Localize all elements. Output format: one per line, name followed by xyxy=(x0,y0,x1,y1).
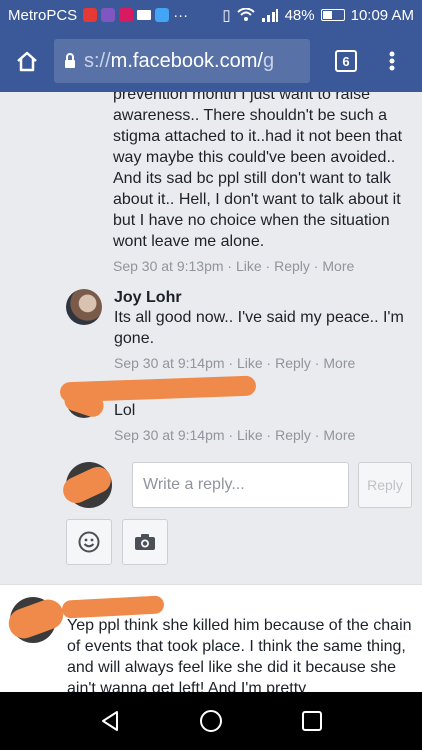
home-icon xyxy=(17,51,37,72)
home-nav-button[interactable] xyxy=(196,706,226,736)
reply-tools xyxy=(66,519,168,565)
back-button[interactable] xyxy=(95,706,125,736)
square-recents-icon xyxy=(301,711,322,731)
comments-thread: prevention month I just want to raise aw… xyxy=(0,92,422,692)
like-link[interactable]: Like xyxy=(237,427,263,443)
like-link[interactable]: Like xyxy=(236,258,262,274)
url-scheme: s:// xyxy=(84,49,111,72)
comment-time[interactable]: Sep 30 at 9:14pm xyxy=(114,427,225,443)
reply-input[interactable]: Write a reply... xyxy=(132,462,350,508)
comment-meta: Sep 30 at 9:14pm · Like · Reply · More xyxy=(114,355,356,371)
comment-text: Its all good now.. I've said my peace.. … xyxy=(114,309,404,347)
reply-link[interactable]: Reply xyxy=(274,258,310,274)
smiley-icon xyxy=(78,531,100,553)
comment: Yep ppl think she killed him because of … xyxy=(0,585,422,692)
clock: 10:09 AM xyxy=(350,6,414,24)
url-host: m.facebook.com/ xyxy=(110,49,263,72)
reply-composer: Write a reply... Reply xyxy=(66,462,412,508)
battery-percent: 48% xyxy=(284,6,315,24)
gallery-icon xyxy=(101,8,116,22)
comment-reply: prevention month I just want to raise aw… xyxy=(113,92,413,274)
comment-meta: Sep 30 at 9:14pm · Like · Reply · More xyxy=(114,427,356,443)
vibrate-icon: ▯ xyxy=(222,7,231,24)
more-link[interactable]: More xyxy=(323,427,355,443)
avatar[interactable] xyxy=(66,289,102,325)
carrier-name: MetroPCS xyxy=(8,6,78,24)
tabs-button[interactable]: 6 xyxy=(320,30,372,92)
home-button[interactable] xyxy=(0,30,54,92)
reply-button[interactable]: Reply xyxy=(358,462,412,508)
mail-icon xyxy=(137,10,152,20)
reply-link[interactable]: Reply xyxy=(275,355,311,371)
more-vert-icon xyxy=(389,51,395,71)
comment-time[interactable]: Sep 30 at 9:14pm xyxy=(114,355,225,371)
comment-text: prevention month I just want to raise aw… xyxy=(113,92,403,250)
reply-link[interactable]: Reply xyxy=(275,427,311,443)
url-path: g xyxy=(262,49,275,72)
like-link[interactable]: Like xyxy=(237,355,263,371)
circle-home-icon xyxy=(199,710,222,732)
address-bar[interactable]: s:// m.facebook.com/ g xyxy=(54,39,310,83)
system-navigation-bar xyxy=(0,692,422,750)
lock-icon xyxy=(65,53,75,68)
browser-toolbar: s:// m.facebook.com/ g 6 xyxy=(0,30,422,92)
signal-icon xyxy=(261,9,278,22)
emoji-button[interactable] xyxy=(66,519,112,565)
comment-author[interactable]: Joy Lohr xyxy=(114,289,411,307)
comment-meta: Sep 30 at 9:13pm · Like · Reply · More xyxy=(113,258,355,274)
instagram-icon xyxy=(119,8,134,22)
recents-button[interactable] xyxy=(297,706,327,736)
comment-text: Yep ppl think she killed him because of … xyxy=(67,617,412,692)
more-notifications-icon: ··· xyxy=(173,6,189,24)
wifi-icon xyxy=(236,8,255,21)
camera-button[interactable] xyxy=(122,519,168,565)
youtube-icon xyxy=(83,8,98,22)
app-icon xyxy=(155,8,170,22)
camera-icon xyxy=(135,534,155,550)
battery-icon xyxy=(320,9,345,21)
more-link[interactable]: More xyxy=(323,355,355,371)
comment-time[interactable]: Sep 30 at 9:13pm xyxy=(113,258,224,274)
tab-count: 6 xyxy=(335,50,357,72)
overflow-menu-button[interactable] xyxy=(372,30,412,92)
more-link[interactable]: More xyxy=(322,258,354,274)
comment-text: Lol xyxy=(114,402,136,419)
back-icon xyxy=(102,711,119,731)
comment-reply: Joy Lohr Its all good now.. I've said my… xyxy=(66,289,411,371)
status-bar: MetroPCS ··· ▯ 48% 10:09 AM xyxy=(0,0,422,30)
